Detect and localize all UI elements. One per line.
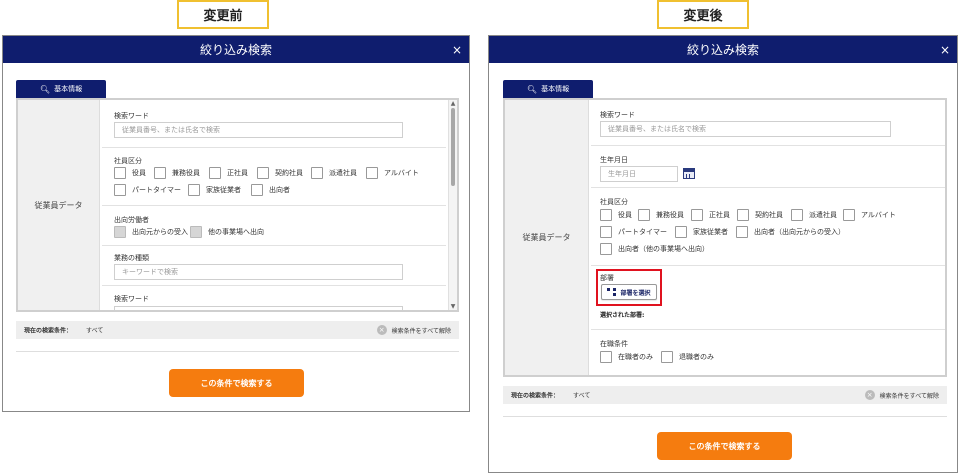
before-dialog: 絞り込み検索 × 🔍︎ 基本情報 従業員データ 検索ワード 従業員番号、または氏… [2,35,470,412]
checkbox-retired-only[interactable]: 退職者のみ [661,351,714,363]
checkbox-contract[interactable]: 契約社員 [257,167,303,179]
checkbox-part-timer[interactable]: パートタイマー [114,184,181,196]
birthday-title: 生年月日 [600,156,628,164]
keyword-input[interactable]: 従業員番号、または氏名で検索 [600,121,891,137]
current-conditions-label: 現在の検索条件： [24,327,73,335]
divider [16,351,459,352]
checkbox-seconded-out[interactable]: 他の事業場へ出向 [190,226,264,238]
tab-basic-info[interactable]: 🔍︎ 基本情報 [503,80,593,98]
tab-label: 基本情報 [54,85,83,93]
keyword2-input[interactable] [114,306,403,310]
checkbox-regular[interactable]: 正社員 [209,167,248,179]
current-conditions-value: すべて [573,392,591,400]
after-dialog: 絞り込み検索 × 🔍︎ 基本情報 従業員データ 検索ワード 従業員番号、または氏… [488,35,958,473]
checkbox-seconded[interactable]: 出向者 [251,184,290,196]
calendar-icon[interactable] [683,168,695,179]
employee-type-title: 社員区分 [114,157,142,165]
checkbox-seconded-in[interactable]: 出向者（出向元からの受入） [736,226,845,238]
tenure-title: 在職条件 [600,340,628,348]
keyword2-section: 検索ワード [102,286,446,310]
tenure-section: 在職条件 在職者のみ 退職者のみ [591,330,945,375]
checkbox-regular[interactable]: 正社員 [691,209,730,221]
birthday-section: 生年月日 生年月日 [591,146,945,188]
department-section: 部署 部署を選択 選択された部署: [591,266,945,330]
search-submit-button[interactable]: この条件で検索する [169,369,304,397]
employee-type-section: 社員区分 役員 兼務役員 正社員 契約社員 派遣社員 アルバイト パートタイマー… [591,188,945,266]
current-conditions-bar: 現在の検索条件： すべて × 検索条件をすべて解除 [16,321,459,339]
tab-label: 基本情報 [541,85,570,93]
current-conditions-value: すべて [86,327,104,335]
dialog-title: 絞り込み検索 [199,43,272,57]
keyword2-title: 検索ワード [114,295,149,303]
checkbox-accept-from-origin[interactable]: 出向元からの受入 [114,226,188,238]
scroll-thumb[interactable] [451,108,455,186]
close-icon[interactable]: × [940,43,950,57]
employee-type-section: 社員区分 役員 兼務役員 正社員 契約社員 派遣社員 アルバイト パートタイマー… [102,148,446,206]
filter-panel: 従業員データ 検索ワード 従業員番号、または氏名で検索 生年月日 生年月日 社員… [503,98,947,377]
checkbox-seconded-out[interactable]: 出向者（他の事業場へ出向） [600,243,709,255]
keyword-section: 検索ワード 従業員番号、または氏名で検索 [591,100,945,146]
checkbox-family-worker[interactable]: 家族従業者 [675,226,728,238]
clear-icon: × [864,390,875,400]
checkbox-contract[interactable]: 契約社員 [737,209,783,221]
clear-icon: × [376,325,387,335]
close-icon[interactable]: × [452,43,462,57]
employee-data-label: 従業員データ [18,100,100,310]
secondment-section: 出向労働者 出向元からの受入 他の事業場へ出向 [102,206,446,246]
divider [503,416,947,417]
search-icon: 🔍︎ [39,84,51,94]
selected-department-label: 選択された部署: [600,312,645,319]
checkbox-part-time[interactable]: アルバイト [366,167,419,179]
checkbox-concurrent-officer[interactable]: 兼務役員 [154,167,200,179]
dialog-title: 絞り込み検索 [686,43,759,57]
checkbox-officer[interactable]: 役員 [600,209,632,221]
checkbox-part-timer[interactable]: パートタイマー [600,226,667,238]
dialog-header: 絞り込み検索 × [3,36,469,63]
scroll-down-icon[interactable]: ▼ [449,303,457,310]
after-label: 変更後 [657,0,749,29]
job-type-title: 業務の種類 [114,254,149,262]
tab-basic-info[interactable]: 🔍︎ 基本情報 [16,80,106,98]
keyword-input[interactable]: 従業員番号、または氏名で検索 [114,122,403,138]
employee-data-label: 従業員データ [505,100,589,375]
before-label: 変更前 [177,0,269,29]
job-type-section: 業務の種類 キーワードで検索 [102,246,446,286]
search-icon: 🔍︎ [526,84,538,94]
checkbox-concurrent-officer[interactable]: 兼務役員 [638,209,684,221]
clear-conditions-button[interactable]: × 検索条件をすべて解除 [864,390,939,400]
keyword-title: 検索ワード [600,111,635,119]
employee-type-title: 社員区分 [600,198,628,206]
current-conditions-bar: 現在の検索条件： すべて × 検索条件をすべて解除 [503,386,947,404]
secondment-title: 出向労働者 [114,216,149,224]
highlight-box [596,269,662,306]
birthday-input[interactable]: 生年月日 [600,166,678,182]
scroll-up-icon[interactable]: ▲ [449,100,457,107]
clear-conditions-button[interactable]: × 検索条件をすべて解除 [376,325,451,335]
checkbox-active-only[interactable]: 在職者のみ [600,351,653,363]
current-conditions-label: 現在の検索条件： [511,392,560,400]
checkbox-part-time[interactable]: アルバイト [843,209,896,221]
keyword-section: 検索ワード 従業員番号、または氏名で検索 [102,100,446,148]
checkbox-officer[interactable]: 役員 [114,167,146,179]
dialog-header: 絞り込み検索 × [489,36,957,63]
scrollbar[interactable]: ▲ ▼ [448,100,457,310]
job-keyword-input[interactable]: キーワードで検索 [114,264,403,280]
checkbox-dispatch[interactable]: 派遣社員 [791,209,837,221]
checkbox-family-worker[interactable]: 家族従業者 [188,184,241,196]
search-submit-button[interactable]: この条件で検索する [657,432,792,460]
keyword-title: 検索ワード [114,112,149,120]
filter-panel: 従業員データ 検索ワード 従業員番号、または氏名で検索 社員区分 役員 兼務役員… [16,98,459,312]
checkbox-dispatch[interactable]: 派遣社員 [311,167,357,179]
